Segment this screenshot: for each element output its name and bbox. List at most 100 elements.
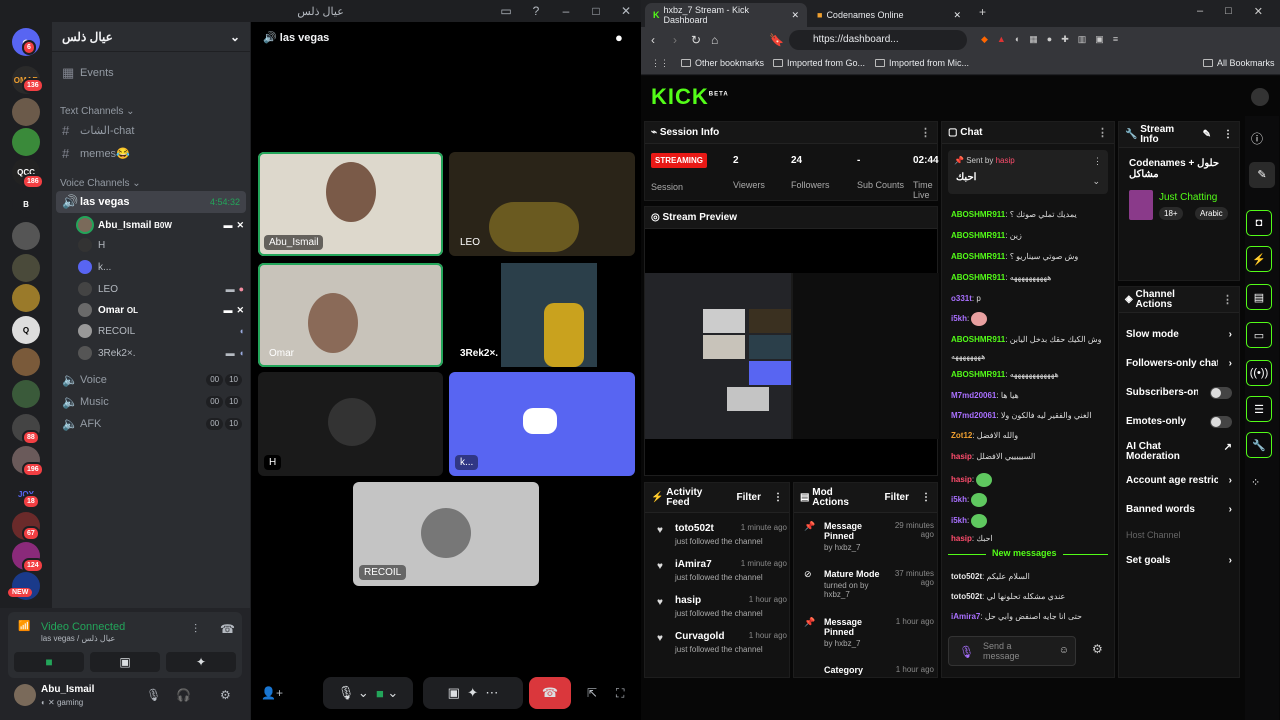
more-icon[interactable]: ⋮ bbox=[1223, 129, 1233, 140]
chat-username[interactable]: toto502t bbox=[951, 592, 982, 601]
video-tile[interactable]: LEO bbox=[449, 152, 635, 256]
chat-username[interactable]: ABOSHMR911 bbox=[951, 335, 1005, 344]
screen-share-button[interactable]: ▣ bbox=[90, 652, 160, 672]
media-controls[interactable]: ▣ ✦ ⋯ bbox=[423, 677, 523, 709]
host-channel-action[interactable]: Host Channel bbox=[1126, 530, 1232, 540]
wallet-icon[interactable]: ▣ bbox=[1095, 34, 1104, 45]
toggle-switch[interactable] bbox=[1210, 416, 1232, 428]
mic-icon[interactable]: 🎙 bbox=[146, 688, 161, 702]
filter-button[interactable]: Filter bbox=[737, 492, 761, 503]
help-icon[interactable]: ? bbox=[521, 0, 551, 22]
voice-channel[interactable]: 🔈 Voice 00 10 bbox=[56, 369, 246, 391]
server-icon[interactable] bbox=[12, 348, 40, 376]
server-icon[interactable]: B bbox=[12, 190, 40, 218]
shield-icon[interactable]: ▲ bbox=[997, 34, 1006, 45]
extension-icon[interactable]: ● bbox=[1047, 34, 1052, 45]
edit-icon[interactable]: ✎ bbox=[1249, 162, 1275, 188]
avatar[interactable] bbox=[1251, 88, 1269, 106]
camera-button[interactable]: ■ bbox=[14, 652, 84, 672]
inbox-icon[interactable]: ▭ bbox=[491, 0, 521, 22]
chat-username[interactable]: ABOSHMR911 bbox=[951, 210, 1005, 219]
puzzle-icon[interactable]: ✚ bbox=[1061, 34, 1069, 45]
stream-preview-video[interactable] bbox=[645, 273, 939, 439]
forward-icon[interactable]: › bbox=[673, 33, 677, 47]
close-icon[interactable]: ✕ bbox=[953, 10, 961, 21]
video-tile[interactable]: Omar bbox=[258, 263, 443, 367]
video-tile[interactable]: 3Rek2×. bbox=[449, 263, 635, 367]
more-icon[interactable]: ⋮ bbox=[1222, 293, 1233, 306]
avatar[interactable] bbox=[14, 684, 36, 706]
menu-icon[interactable]: ≡ bbox=[1113, 34, 1118, 45]
voice-user[interactable]: RECOIL ◖ bbox=[78, 321, 244, 341]
server-icon[interactable] bbox=[12, 98, 40, 126]
close-icon[interactable]: ✕ bbox=[791, 10, 799, 21]
chat-username[interactable]: hasip bbox=[951, 475, 972, 484]
server-header[interactable]: عيال ذلس ⌄ bbox=[52, 22, 250, 52]
channel-chat[interactable]: # الشات-chat bbox=[56, 119, 246, 141]
activities-button[interactable]: ✦ bbox=[166, 652, 236, 672]
channel-memes[interactable]: # memes😂 bbox=[56, 142, 246, 164]
more-icon[interactable]: ⋮ bbox=[1093, 156, 1102, 167]
chat-input[interactable]: 🎙 Send a message ☺ bbox=[948, 636, 1076, 666]
clip-icon[interactable]: ◘ bbox=[1246, 210, 1272, 236]
more-icon[interactable]: ⋮ bbox=[921, 492, 931, 503]
server-icon[interactable]: Q bbox=[12, 316, 40, 344]
followers-only-action[interactable]: Followers-only chat › bbox=[1126, 358, 1232, 369]
disconnect-button[interactable]: ☎ bbox=[529, 677, 571, 709]
chat-bubble-icon[interactable]: ● bbox=[615, 30, 623, 45]
server-icon[interactable] bbox=[12, 128, 40, 156]
invite-icon[interactable]: 👤+ bbox=[261, 686, 283, 700]
apps-icon[interactable]: ⁘ bbox=[1251, 476, 1260, 489]
bookmark-folder[interactable]: All Bookmarks bbox=[1203, 58, 1275, 68]
info-icon[interactable]: ⓘ bbox=[1251, 130, 1263, 147]
events-item[interactable]: ▦ Events bbox=[56, 62, 246, 84]
kick-logo[interactable]: KICKBETA bbox=[651, 84, 729, 110]
chat-username[interactable]: ABOSHMR911 bbox=[951, 273, 1005, 282]
server-icon[interactable] bbox=[12, 284, 40, 312]
video-tile[interactable]: k... bbox=[449, 372, 635, 476]
emoji-icon[interactable]: ☺ bbox=[1059, 645, 1069, 656]
chat-username[interactable]: i5kh bbox=[951, 516, 967, 525]
account-age-action[interactable]: Account age restriction › bbox=[1126, 475, 1232, 486]
apps-icon[interactable]: ⋮⋮ bbox=[651, 58, 669, 69]
minimize-button[interactable]: – bbox=[1197, 5, 1203, 18]
close-button[interactable]: ✕ bbox=[611, 0, 641, 22]
chat-username[interactable]: o331t bbox=[951, 294, 972, 303]
voice-user[interactable]: H bbox=[78, 235, 244, 255]
pinned-message[interactable]: 📌 Sent by hasip احبك ⋮ ⌄ bbox=[948, 150, 1108, 194]
home-icon[interactable]: ⌂ bbox=[711, 33, 718, 47]
chat-username[interactable]: toto502t bbox=[951, 572, 982, 581]
subscribers-only-action[interactable]: Subscribers-only bbox=[1126, 387, 1232, 399]
broadcast-icon[interactable]: ((•)) bbox=[1246, 360, 1272, 386]
noise-suppression-icon[interactable]: ⫶ bbox=[194, 622, 197, 637]
video-tile[interactable]: Abu_Ismail bbox=[258, 152, 443, 256]
reload-icon[interactable]: ↻ bbox=[691, 33, 701, 47]
maximize-button[interactable]: □ bbox=[581, 0, 611, 22]
back-icon[interactable]: ‹ bbox=[651, 33, 655, 47]
video-tile[interactable]: RECOIL bbox=[353, 482, 539, 586]
minimize-button[interactable]: – bbox=[551, 0, 581, 22]
server-icon[interactable] bbox=[12, 254, 40, 282]
voice-user[interactable]: Abu_Ismail B0W ▬ ✕ bbox=[78, 215, 244, 235]
extension-icon[interactable]: ◐ bbox=[1015, 34, 1020, 45]
more-icon[interactable]: ⋮ bbox=[1097, 126, 1108, 139]
document-icon[interactable]: ▤ bbox=[1246, 284, 1272, 310]
chat-username[interactable]: iAmira7 bbox=[951, 612, 980, 621]
bookmark-folder[interactable]: Imported from Mic... bbox=[875, 58, 969, 68]
chat-username[interactable]: ABOSHMR911 bbox=[951, 231, 1005, 240]
chat-username[interactable]: M7md20061 bbox=[951, 391, 996, 400]
voice-channel[interactable]: 🔈 AFK 00 10 bbox=[56, 413, 246, 435]
chevron-down-icon[interactable]: ⌄ bbox=[1092, 176, 1100, 187]
edit-icon[interactable]: ✎ bbox=[1203, 129, 1211, 140]
mic-icon[interactable]: 🎙 bbox=[959, 645, 974, 659]
sidebar-icon[interactable]: ▥ bbox=[1078, 34, 1087, 45]
category-text-channels[interactable]: Text Channels ⌄ bbox=[60, 106, 135, 117]
voice-user[interactable]: k... bbox=[78, 257, 244, 277]
slow-mode-action[interactable]: Slow mode › bbox=[1126, 329, 1232, 340]
category-voice-channels[interactable]: Voice Channels ⌄ bbox=[60, 178, 141, 189]
bookmark-folder[interactable]: Imported from Go... bbox=[773, 58, 865, 68]
server-icon[interactable] bbox=[12, 222, 40, 250]
toggle-switch[interactable] bbox=[1210, 387, 1232, 399]
banned-words-action[interactable]: Banned words › bbox=[1126, 504, 1232, 515]
voice-channel[interactable]: 🔈 Music 00 10 bbox=[56, 391, 246, 413]
